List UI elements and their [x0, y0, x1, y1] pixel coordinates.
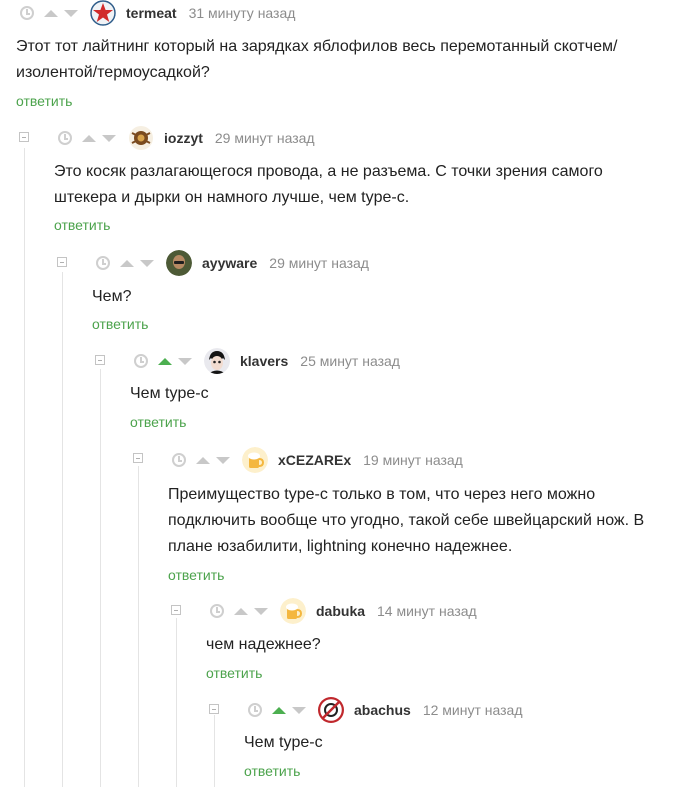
collapse-button[interactable] — [209, 704, 219, 714]
avatar[interactable] — [318, 697, 344, 723]
comment-header: xCEZAREx 19 минут назад — [172, 447, 463, 473]
clock-icon[interactable] — [58, 131, 72, 145]
username[interactable]: iozzyt — [164, 130, 203, 146]
comment-header: klavers 25 минут назад — [134, 348, 400, 374]
collapse-button[interactable] — [95, 355, 105, 365]
downvote-icon[interactable] — [140, 259, 154, 267]
comment-header: abachus 12 минут назад — [248, 697, 523, 723]
upvote-icon[interactable] — [82, 134, 96, 142]
username[interactable]: klavers — [240, 353, 288, 369]
timestamp: 29 минут назад — [214, 130, 315, 146]
collapse-button[interactable] — [19, 132, 29, 142]
reply-link[interactable]: ответить — [244, 763, 300, 779]
upvote-icon[interactable] — [120, 259, 134, 267]
username[interactable]: xCEZAREx — [278, 452, 351, 468]
reply-link[interactable]: ответить — [130, 414, 186, 430]
avatar[interactable] — [128, 125, 154, 151]
collapse-button[interactable] — [133, 453, 143, 463]
timestamp: 29 минут назад — [269, 255, 369, 271]
avatar[interactable] — [90, 0, 116, 26]
comment-header: dabuka 14 минут назад — [210, 598, 477, 624]
comment-text: Чем type-c — [244, 730, 323, 756]
comment-header: termeat 31 минуту назад — [20, 0, 295, 26]
comment-text: Преимущество type-c только в том, что че… — [168, 482, 644, 560]
reply-link[interactable]: ответить — [92, 316, 148, 332]
timestamp: 19 минут назад — [363, 452, 463, 468]
upvote-icon[interactable] — [196, 456, 210, 464]
avatar[interactable] — [280, 598, 306, 624]
thread-line[interactable] — [24, 148, 25, 787]
emblem-avatar-icon — [129, 126, 153, 150]
clock-icon[interactable] — [134, 354, 148, 368]
comment-line: штекера и дырки он намного лучше, чем ty… — [54, 189, 410, 206]
comment-text: Чем type-c — [130, 381, 209, 407]
reply-link[interactable]: ответить — [54, 217, 110, 233]
avatar[interactable] — [204, 348, 230, 374]
upvote-icon[interactable] — [158, 357, 172, 365]
red-star-avatar-icon — [90, 0, 116, 26]
avatar[interactable] — [242, 447, 268, 473]
comment-line: изолентой/термоусадкой? — [16, 64, 210, 81]
thread-line[interactable] — [138, 466, 139, 787]
username[interactable]: ayyware — [202, 255, 257, 271]
comment-text: Чем? — [92, 284, 131, 310]
comment-line: Чем? — [92, 288, 132, 305]
upvote-icon[interactable] — [234, 607, 248, 615]
downvote-icon[interactable] — [254, 607, 268, 615]
thread-line[interactable] — [214, 715, 215, 787]
beer-avatar-icon — [242, 447, 268, 473]
timestamp: 31 минуту назад — [188, 5, 296, 21]
downvote-icon[interactable] — [64, 9, 78, 17]
comment-line: плане юзабилити, lightning конечно надеж… — [168, 538, 513, 555]
clock-icon[interactable] — [172, 453, 186, 467]
comment-line: Чем type-c — [244, 734, 323, 751]
comment-header: iozzyt 29 минут назад — [58, 125, 315, 151]
reply-link[interactable]: ответить — [168, 567, 224, 583]
forbidden-sign-avatar-icon — [318, 697, 344, 723]
username[interactable]: abachus — [354, 702, 411, 718]
clock-icon[interactable] — [20, 6, 34, 20]
downvote-icon[interactable] — [178, 357, 192, 365]
reply-link[interactable]: ответить — [16, 93, 72, 109]
clock-icon[interactable] — [96, 256, 110, 270]
downvote-icon[interactable] — [292, 706, 306, 714]
comment-line: чем надежнее? — [206, 636, 321, 653]
upvote-icon[interactable] — [272, 706, 286, 714]
avatar[interactable] — [166, 250, 192, 276]
comment-text: чем надежнее? — [206, 632, 321, 658]
beer-avatar-icon — [280, 598, 306, 624]
comment-line: Чем type-c — [130, 385, 209, 402]
comment-text: Это косяк разлагающегося провода, а не р… — [54, 159, 603, 211]
username[interactable]: termeat — [126, 5, 177, 21]
comment-text: Этот тот лайтнинг который на зарядках яб… — [16, 34, 617, 86]
thread-line[interactable] — [100, 369, 101, 787]
reply-link[interactable]: ответить — [206, 665, 262, 681]
collapse-button[interactable] — [57, 257, 67, 267]
clock-icon[interactable] — [248, 703, 262, 717]
collapse-button[interactable] — [171, 605, 181, 615]
timestamp: 14 минут назад — [377, 603, 477, 619]
timestamp: 12 минут назад — [422, 702, 523, 718]
photo-avatar-icon — [166, 250, 192, 276]
thread-line[interactable] — [62, 272, 63, 787]
downvote-icon[interactable] — [102, 134, 116, 142]
timestamp: 25 минут назад — [300, 353, 400, 369]
character-avatar-icon — [204, 348, 230, 374]
clock-icon[interactable] — [210, 604, 224, 618]
username[interactable]: dabuka — [316, 603, 365, 619]
downvote-icon[interactable] — [216, 456, 230, 464]
comment-header: ayyware 29 минут назад — [96, 250, 369, 276]
thread-line[interactable] — [176, 618, 177, 787]
comment-line: Этот тот лайтнинг который на зарядках яб… — [16, 38, 618, 55]
upvote-icon[interactable] — [44, 9, 58, 17]
comment-line: Преимущество type-c только в том, что че… — [168, 486, 596, 503]
comment-line: подключить вообще что угодно, такой себе… — [168, 512, 645, 529]
comment-line: Это косяк разлагающегося провода, а не р… — [54, 163, 603, 180]
